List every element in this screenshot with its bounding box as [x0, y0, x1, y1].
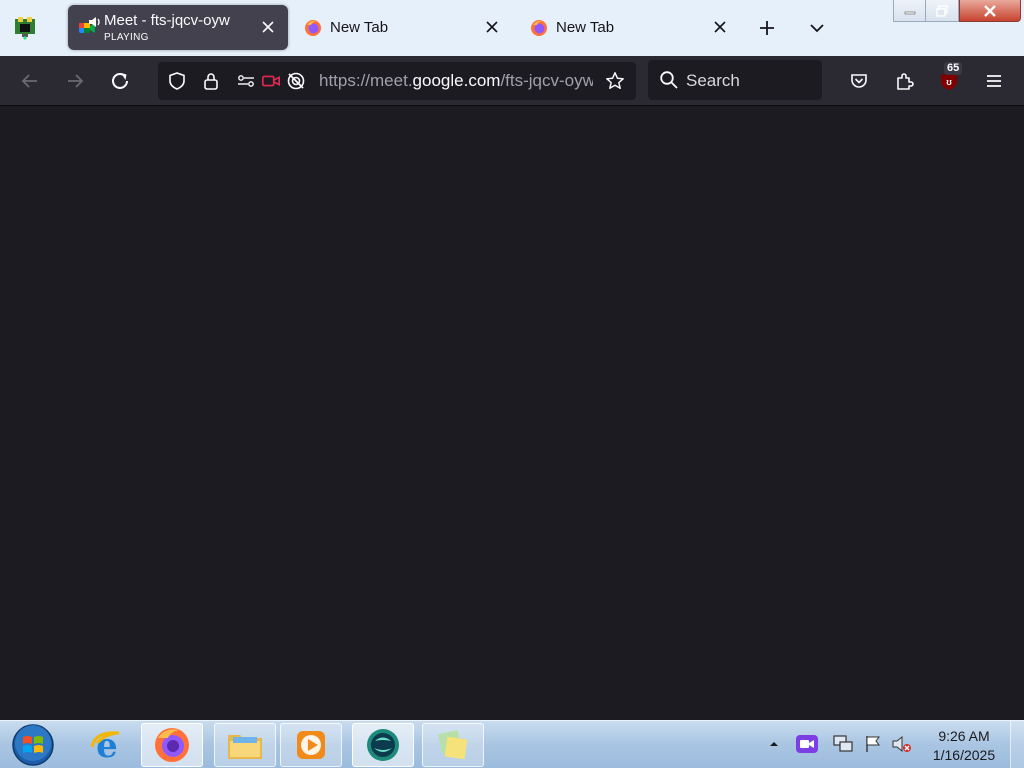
firefox-icon — [305, 20, 321, 36]
taskbar-sticky-notes[interactable] — [422, 723, 484, 767]
tray-action-center[interactable] — [860, 729, 886, 759]
tab-strip: Meet - fts-jqcv-oyw PLAYING New Tab New … — [0, 0, 1024, 56]
tab-title: New Tab — [556, 19, 615, 36]
flag-icon — [866, 736, 880, 752]
camera-sharing-button[interactable] — [261, 71, 281, 91]
taskbar-app[interactable] — [352, 723, 414, 767]
clock-time: 9:26 AM — [938, 728, 990, 744]
new-tab-button[interactable] — [753, 14, 781, 42]
tab-title: New Tab — [330, 19, 389, 36]
reload-icon — [112, 72, 128, 89]
close-tab-icon[interactable] — [258, 17, 278, 37]
system-clock[interactable]: 9:26 AM 1/16/2025 — [926, 727, 1002, 765]
search-icon — [660, 71, 678, 89]
tracking-protection-button[interactable] — [167, 71, 187, 91]
back-arrow-icon — [21, 74, 37, 88]
internet-explorer-icon: e — [90, 726, 120, 765]
url-path: /fts-jqcv-oyw — [500, 71, 593, 90]
taskbar-file-explorer[interactable] — [214, 723, 276, 767]
chevron-up-icon — [770, 742, 778, 746]
taskbar-internet-explorer[interactable]: e — [76, 723, 138, 767]
taskbar-firefox[interactable] — [141, 723, 203, 767]
firefox-icon — [155, 728, 189, 762]
permissions-button[interactable] — [236, 71, 256, 91]
forward-arrow-icon — [68, 74, 84, 88]
globe-app-icon — [367, 729, 399, 761]
start-button[interactable] — [8, 723, 58, 767]
show-desktop-button[interactable] — [1010, 721, 1024, 768]
tab-meet[interactable]: Meet - fts-jqcv-oyw PLAYING — [68, 5, 288, 50]
url-prefix: https://meet. — [319, 71, 413, 90]
navigation-toolbar: https://meet.google.com/fts-jqcv-oyw Sea… — [0, 56, 1024, 106]
lock-icon — [204, 73, 218, 90]
restore-button[interactable] — [926, 0, 959, 22]
network-icon — [833, 735, 853, 752]
plus-icon — [760, 21, 774, 35]
tab-playing-status: PLAYING — [104, 32, 149, 43]
camera-icon — [262, 75, 280, 87]
tray-video-app[interactable] — [794, 729, 820, 759]
star-icon — [606, 72, 624, 90]
tab-title: Meet - fts-jqcv-oyw — [104, 12, 230, 29]
no-tracking-icon — [287, 72, 305, 90]
reload-button[interactable] — [105, 66, 135, 96]
pocket-icon — [851, 74, 867, 88]
page-content — [0, 107, 1024, 720]
url-bar[interactable]: https://meet.google.com/fts-jqcv-oyw — [158, 62, 636, 100]
video-camera-icon — [796, 735, 818, 753]
search-input[interactable]: Search — [648, 60, 822, 100]
app-menu-button[interactable] — [979, 66, 1009, 96]
url-host: google.com — [412, 71, 501, 90]
restore-icon — [936, 4, 948, 17]
show-hidden-icons-button[interactable] — [761, 729, 787, 759]
close-window-button[interactable] — [959, 0, 1021, 22]
close-icon — [984, 4, 996, 17]
svg-text:ʊ: ʊ — [946, 77, 952, 87]
app-icon[interactable] — [12, 14, 38, 40]
extensions-icon — [897, 73, 914, 90]
tray-network[interactable] — [830, 729, 856, 759]
site-security-button[interactable] — [201, 71, 221, 91]
tray-volume[interactable] — [889, 729, 915, 759]
extensions-button[interactable] — [890, 66, 920, 96]
taskbar: e 9:26 AM 1/16/2025 — [0, 720, 1024, 768]
minimize-icon — [904, 11, 915, 14]
menu-icon — [987, 75, 1001, 87]
windows-start-icon — [12, 724, 54, 766]
close-tab-icon[interactable] — [482, 17, 502, 37]
tab-new-tab[interactable]: New Tab — [518, 5, 740, 50]
bookmark-button[interactable] — [605, 71, 625, 91]
back-button[interactable] — [15, 66, 45, 96]
firefox-icon — [531, 20, 547, 36]
volume-muted-icon — [892, 735, 911, 753]
chevron-down-icon — [810, 24, 824, 33]
ublock-badge-count: 65 — [944, 62, 963, 75]
no-tracking-button[interactable] — [286, 71, 306, 91]
permissions-icon — [238, 75, 254, 87]
taskbar-media-player[interactable] — [280, 723, 342, 767]
url-text[interactable]: https://meet.google.com/fts-jqcv-oyw — [319, 71, 593, 91]
minimize-button[interactable] — [893, 0, 926, 22]
folder-icon — [228, 735, 262, 759]
clock-date: 1/16/2025 — [932, 747, 996, 763]
list-all-tabs-button[interactable] — [803, 14, 831, 42]
media-player-icon — [297, 731, 325, 759]
forward-button[interactable] — [60, 66, 90, 96]
search-placeholder: Search — [686, 71, 740, 90]
tab-new-tab[interactable]: New Tab — [292, 5, 512, 50]
shield-icon — [169, 72, 185, 90]
sticky-notes-icon — [438, 730, 468, 760]
pocket-button[interactable] — [844, 66, 874, 96]
speaker-icon[interactable] — [88, 15, 102, 29]
close-tab-icon[interactable] — [710, 17, 730, 37]
